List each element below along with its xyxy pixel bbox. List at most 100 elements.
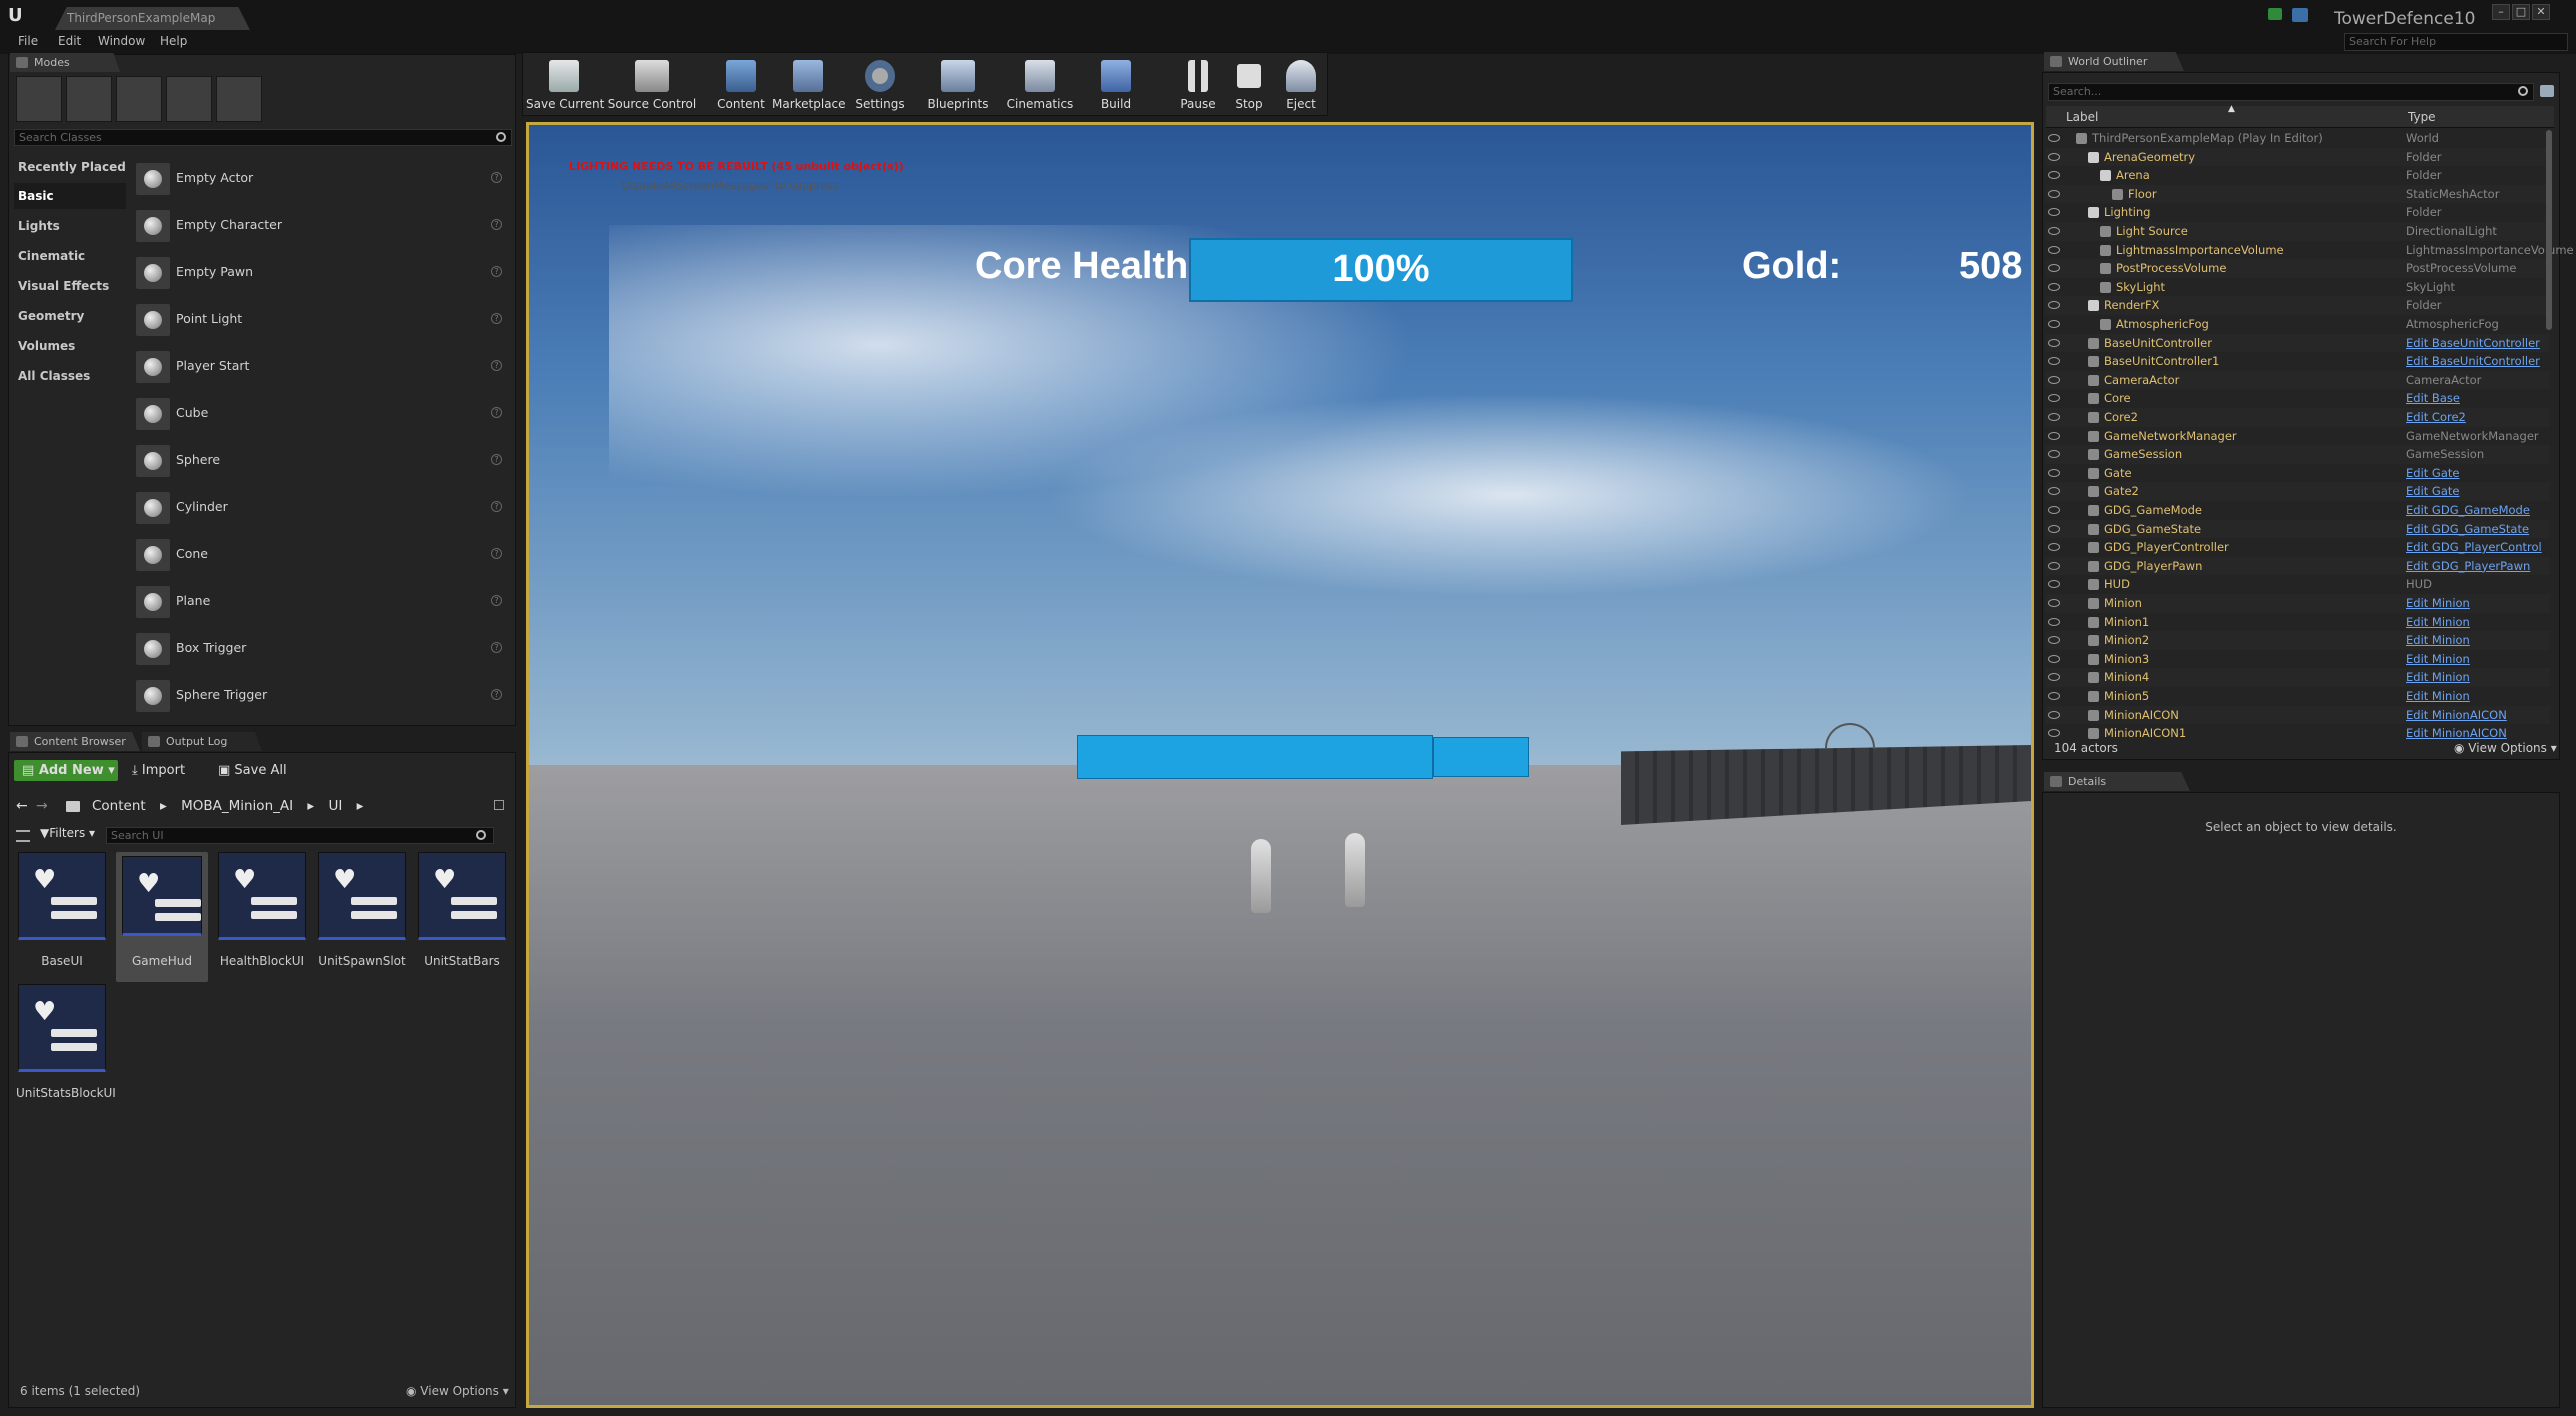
visibility-eye-icon[interactable] xyxy=(2048,617,2060,626)
outliner-row[interactable]: Gate Edit Gate xyxy=(2046,464,2550,483)
edit-blueprint-link[interactable]: Edit Core2 xyxy=(2406,408,2466,427)
foliage-mode-icon[interactable] xyxy=(166,76,212,122)
edit-blueprint-link[interactable]: Edit GDG_GameMode xyxy=(2406,501,2530,520)
place-item[interactable]: Cylinder? xyxy=(130,484,510,528)
filters-button[interactable]: ▼Filters ▾ xyxy=(40,826,95,840)
edit-blueprint-link[interactable]: Edit Base xyxy=(2406,389,2460,408)
outliner-row[interactable]: BaseUnitController1 Edit BaseUnitControll… xyxy=(2046,352,2550,371)
save-current-button[interactable]: Save Current xyxy=(526,56,604,114)
create-folder-icon[interactable] xyxy=(2540,85,2554,97)
place-item[interactable]: Box Trigger? xyxy=(130,625,510,669)
outliner-row[interactable]: Light Source DirectionalLight xyxy=(2046,222,2550,241)
outliner-row[interactable]: AtmosphericFog AtmosphericFog xyxy=(2046,315,2550,334)
outliner-row[interactable]: HUD HUD xyxy=(2046,575,2550,594)
outliner-row[interactable]: Minion3 Edit Minion xyxy=(2046,650,2550,669)
outliner-row[interactable]: Lighting Folder xyxy=(2046,203,2550,222)
landscape-mode-icon[interactable] xyxy=(116,76,162,122)
visibility-eye-icon[interactable] xyxy=(2048,450,2060,459)
category-volumes[interactable]: Volumes xyxy=(14,333,126,359)
tab-details[interactable]: Details xyxy=(2044,772,2190,791)
settings-button[interactable]: Settings xyxy=(850,56,910,114)
cinematics-button[interactable]: Cinematics xyxy=(1004,56,1076,114)
visibility-eye-icon[interactable] xyxy=(2048,301,2060,310)
visibility-eye-icon[interactable] xyxy=(2048,580,2060,589)
visibility-eye-icon[interactable] xyxy=(2048,636,2060,645)
breadcrumb-moba-minion-ai[interactable]: MOBA_Minion_AI xyxy=(181,798,293,814)
edit-blueprint-link[interactable]: Edit Minion xyxy=(2406,687,2470,706)
visibility-eye-icon[interactable] xyxy=(2048,524,2060,533)
outliner-row[interactable]: Minion4 Edit Minion xyxy=(2046,668,2550,687)
visibility-eye-icon[interactable] xyxy=(2048,375,2060,384)
place-item[interactable]: Empty Pawn? xyxy=(130,249,510,293)
asset-tile-selected[interactable]: ♥ GameHud xyxy=(116,852,208,982)
blueprints-button[interactable]: Blueprints xyxy=(922,56,994,114)
edit-blueprint-link[interactable]: Edit MinionAICON xyxy=(2406,706,2507,725)
place-item[interactable]: Plane? xyxy=(130,578,510,622)
place-item[interactable]: Cube? xyxy=(130,390,510,434)
visibility-eye-icon[interactable] xyxy=(2048,487,2060,496)
marketplace-button[interactable]: Marketplace xyxy=(772,56,846,114)
visibility-eye-icon[interactable] xyxy=(2048,468,2060,477)
import-button[interactable]: ⤓ Import xyxy=(132,760,202,781)
visibility-eye-icon[interactable] xyxy=(2048,394,2060,403)
outliner-row[interactable]: GDG_PlayerController Edit GDG_PlayerContr… xyxy=(2046,538,2550,557)
edit-blueprint-link[interactable]: Edit Minion xyxy=(2406,668,2470,687)
place-item[interactable]: Sphere? xyxy=(130,437,510,481)
edit-blueprint-link[interactable]: Edit GDG_GameState xyxy=(2406,520,2529,539)
outliner-row[interactable]: Minion Edit Minion xyxy=(2046,594,2550,613)
asset-tile[interactable]: ♥ UnitSpawnSlot xyxy=(316,852,408,982)
outliner-row[interactable]: ArenaGeometry Folder xyxy=(2046,147,2550,167)
minimize-button[interactable]: – xyxy=(2492,4,2510,20)
tab-content-browser[interactable]: Content Browser xyxy=(10,732,140,751)
edit-blueprint-link[interactable]: Edit Minion xyxy=(2406,613,2470,632)
content-view-options[interactable]: ◉ View Options ▾ xyxy=(406,1384,509,1398)
help-icon[interactable]: ? xyxy=(491,642,502,653)
asset-tile[interactable]: ♥ HealthBlockUI xyxy=(216,852,308,982)
help-icon[interactable]: ? xyxy=(491,313,502,324)
tab-output-log[interactable]: Output Log xyxy=(142,732,262,751)
visibility-eye-icon[interactable] xyxy=(2048,710,2060,719)
visibility-eye-icon[interactable] xyxy=(2048,729,2060,738)
visibility-eye-icon[interactable] xyxy=(2048,245,2060,254)
outliner-row[interactable]: BaseUnitController Edit BaseUnitControlle… xyxy=(2046,333,2550,353)
stop-button[interactable]: Stop xyxy=(1224,56,1274,114)
asset-tile[interactable]: ♥ BaseUI xyxy=(16,852,108,982)
edit-blueprint-link[interactable]: Edit GDG_PlayerControl xyxy=(2406,538,2542,557)
edit-blueprint-link[interactable]: Edit MinionAICON xyxy=(2406,724,2507,743)
place-item[interactable]: Player Start? xyxy=(130,343,510,387)
outliner-row[interactable]: GDG_PlayerPawn Edit GDG_PlayerPawn xyxy=(2046,556,2550,576)
outliner-row[interactable]: GameSession GameSession xyxy=(2046,445,2550,464)
visibility-eye-icon[interactable] xyxy=(2048,152,2060,161)
outliner-row[interactable]: SkyLight SkyLight xyxy=(2046,278,2550,297)
visibility-eye-icon[interactable] xyxy=(2048,413,2060,421)
tab-world-outliner[interactable]: World Outliner xyxy=(2044,52,2184,71)
source-control-button[interactable]: Source Control xyxy=(606,56,698,114)
place-mode-icon[interactable] xyxy=(16,76,62,122)
outliner-row[interactable]: Minion2 Edit Minion xyxy=(2046,631,2550,650)
place-item[interactable]: Empty Actor? xyxy=(130,155,510,199)
edit-blueprint-link[interactable]: Edit GDG_PlayerPawn xyxy=(2406,557,2530,576)
asset-tile[interactable]: ♥ UnitStatBars xyxy=(416,852,508,982)
category-lights[interactable]: Lights xyxy=(14,213,126,239)
edit-blueprint-link[interactable]: Edit Minion xyxy=(2406,650,2470,669)
category-cinematic[interactable]: Cinematic xyxy=(14,243,126,269)
outliner-search-input[interactable]: Search... xyxy=(2048,83,2534,101)
asset-tile[interactable]: ♥ UnitStatsBlockUI xyxy=(16,984,116,1114)
sources-toggle-icon[interactable] xyxy=(16,830,30,842)
place-item[interactable]: Cone? xyxy=(130,531,510,575)
visibility-eye-icon[interactable] xyxy=(2048,227,2060,235)
visibility-eye-icon[interactable] xyxy=(2048,561,2060,570)
eject-button[interactable]: Eject xyxy=(1276,56,1326,114)
help-icon[interactable]: ? xyxy=(491,219,502,230)
save-all-button[interactable]: ▣ Save All xyxy=(218,760,308,781)
outliner-row[interactable]: Core Edit Base xyxy=(2046,389,2550,408)
breadcrumb-content[interactable]: Content xyxy=(92,798,146,814)
visibility-eye-icon[interactable] xyxy=(2048,338,2060,347)
help-icon[interactable]: ? xyxy=(491,266,502,277)
category-recently-placed[interactable]: Recently Placed xyxy=(14,154,126,180)
visibility-eye-icon[interactable] xyxy=(2048,543,2060,552)
menu-file[interactable]: File xyxy=(18,34,38,48)
visibility-eye-icon[interactable] xyxy=(2048,134,2060,142)
outliner-row[interactable]: LightmassImportanceVolume LightmassImport… xyxy=(2046,241,2574,260)
lock-icon[interactable] xyxy=(494,800,504,810)
